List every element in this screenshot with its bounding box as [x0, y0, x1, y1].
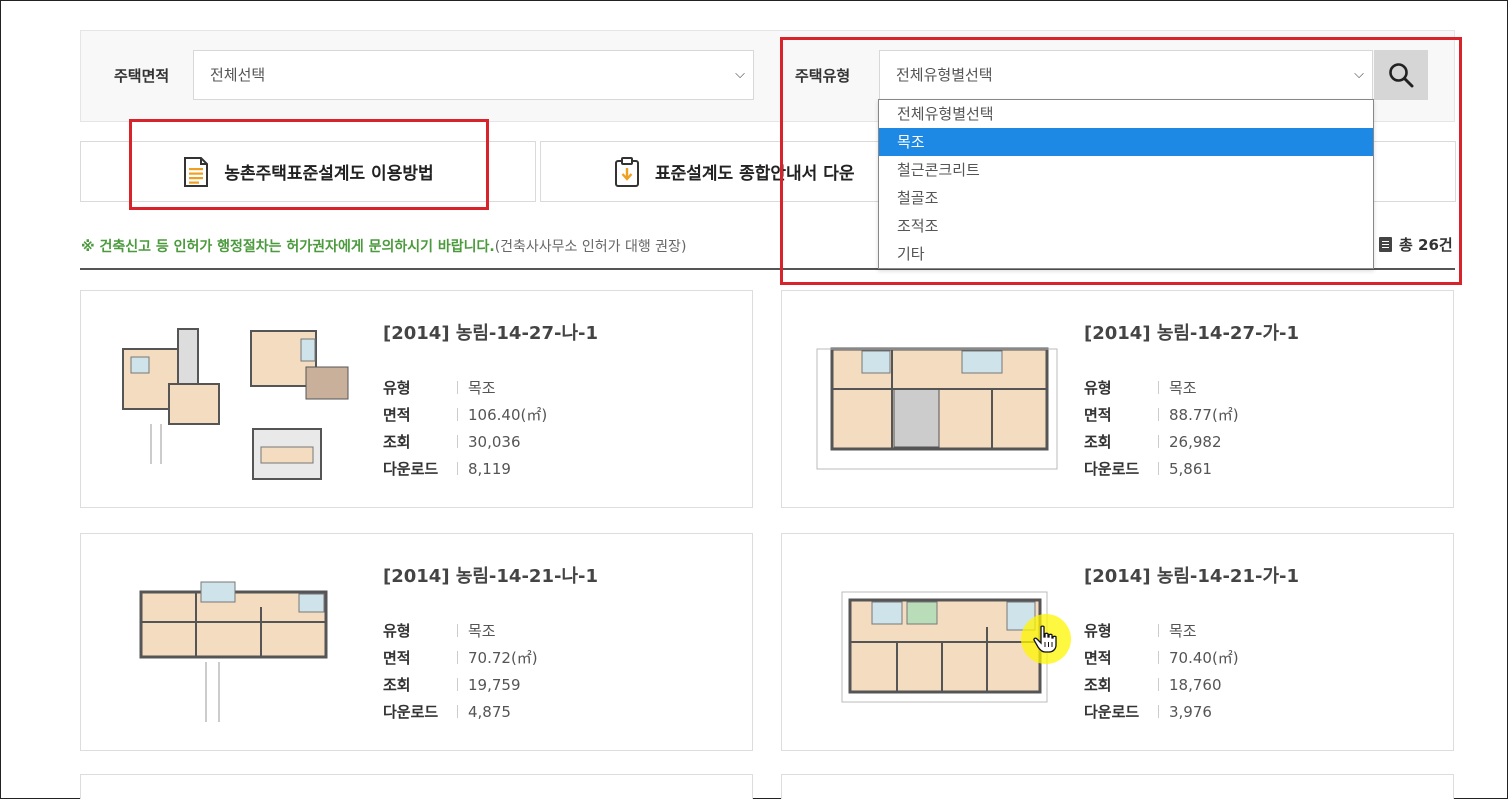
- usage-guide-button[interactable]: 농촌주택표준설계도 이용방법: [80, 141, 536, 202]
- design-specs: 유형 목조 면적 88.77(㎡) 조회 26,982 다운로드 5,861: [1084, 374, 1239, 482]
- type-select-value: 전체유형별선택: [896, 66, 993, 84]
- type-option[interactable]: 철근콘크리트: [879, 156, 1373, 184]
- total-count: 총 26건: [1379, 234, 1453, 255]
- permit-notice-main: ※ 건축신고 등 인허가 행정절차는 허가권자에게 문의하시기 바랍니다.: [81, 239, 495, 255]
- spec-label-downloads: 다운로드: [383, 460, 439, 478]
- spec-divider: [457, 408, 458, 421]
- design-title[interactable]: [2014] 농림-14-21-나-1: [383, 562, 598, 588]
- permit-notice-sub: (건축사사무소 인허가 대행 권장): [494, 239, 687, 255]
- spec-label-area: 면적: [1084, 406, 1112, 424]
- spec-value-views: 30,036: [468, 432, 521, 451]
- spec-value-views: 19,759: [468, 675, 521, 694]
- design-card[interactable]: [2014] 농림-14-21-가-1 유형 목조 면적 70.40(㎡) 조회 18…: [781, 533, 1454, 751]
- spec-divider: [457, 651, 458, 664]
- spec-value-type: 목조: [468, 379, 496, 397]
- spec-divider: [1158, 705, 1159, 718]
- spec-value-downloads: 3,976: [1169, 702, 1212, 721]
- spec-divider: [457, 678, 458, 691]
- spec-divider: [1158, 435, 1159, 448]
- spec-value-area: 88.77(㎡): [1169, 406, 1239, 424]
- spec-divider: [1158, 381, 1159, 394]
- spec-label-views: 조회: [383, 676, 411, 694]
- overview-download-label: 표준설계도 종합안내서 다운: [655, 164, 855, 184]
- chevron-down-icon: ⌵: [735, 67, 745, 82]
- spec-label-views: 조회: [1084, 676, 1112, 694]
- type-option-selected[interactable]: 목조: [879, 128, 1373, 156]
- floor-plan-thumbnail: [139, 581, 328, 722]
- spec-label-area: 면적: [383, 649, 411, 667]
- spec-value-type: 목조: [468, 622, 496, 640]
- chevron-down-icon: ⌵: [1354, 67, 1364, 82]
- spec-value-views: 26,982: [1169, 432, 1222, 451]
- usage-guide-label: 농촌주택표준설계도 이용방법: [224, 164, 434, 184]
- spec-divider: [1158, 651, 1159, 664]
- type-select[interactable]: 전체유형별선택 ⌵: [879, 50, 1373, 100]
- spec-value-downloads: 4,875: [468, 702, 511, 721]
- design-specs: 유형 목조 면적 70.40(㎡) 조회 18,760 다운로드 3,976: [1084, 617, 1239, 725]
- design-card-partial[interactable]: [781, 774, 1454, 799]
- spec-label-area: 면적: [1084, 649, 1112, 667]
- type-filter-label: 주택유형: [795, 67, 851, 85]
- spec-divider: [1158, 408, 1159, 421]
- document-icon: [184, 156, 209, 187]
- spec-value-type: 목조: [1169, 379, 1197, 397]
- spec-label-type: 유형: [383, 622, 411, 640]
- area-filter-label: 주택면적: [114, 67, 170, 85]
- spec-divider: [457, 435, 458, 448]
- search-icon: [1389, 63, 1414, 88]
- type-dropdown-list: 전체유형별선택 목조 철근콘크리트 철골조 조적조 기타: [878, 99, 1374, 269]
- design-card-partial[interactable]: [80, 774, 753, 799]
- floor-plan-thumbnail: [122, 328, 349, 480]
- design-specs: 유형 목조 면적 70.72(㎡) 조회 19,759 다운로드 4,875: [383, 617, 538, 725]
- spec-value-type: 목조: [1169, 622, 1197, 640]
- top-cut-notice: [321, 0, 1041, 9]
- permit-notice: ※ 건축신고 등 인허가 행정절차는 허가권자에게 문의하시기 바랍니다.(건축…: [81, 236, 686, 256]
- spec-divider: [457, 462, 458, 475]
- clipboard-download-icon: [615, 156, 639, 187]
- spec-label-views: 조회: [383, 433, 411, 451]
- spec-divider: [1158, 624, 1159, 637]
- spec-label-downloads: 다운로드: [383, 703, 439, 721]
- total-count-label: 총 26건: [1399, 236, 1453, 254]
- spec-value-area: 106.40(㎡): [468, 406, 548, 424]
- spec-label-type: 유형: [1084, 622, 1112, 640]
- design-card[interactable]: [2014] 농림-14-21-나-1 유형 목조 면적 70.72(㎡) 조회 19…: [80, 533, 753, 751]
- spec-label-views: 조회: [1084, 433, 1112, 451]
- spec-value-downloads: 5,861: [1169, 459, 1212, 478]
- hand-cursor-icon: [1033, 625, 1057, 653]
- spec-label-type: 유형: [383, 379, 411, 397]
- floor-plan-thumbnail: [816, 347, 1058, 470]
- design-title[interactable]: [2014] 농림-14-27-가-1: [1084, 319, 1299, 345]
- spec-divider: [457, 624, 458, 637]
- spec-label-type: 유형: [1084, 379, 1112, 397]
- design-card[interactable]: [2014] 농림-14-27-나-1 유형 목조 면적 106.40(㎡) 조회 3…: [80, 290, 753, 508]
- spec-value-area: 70.72(㎡): [468, 649, 538, 667]
- spec-value-area: 70.40(㎡): [1169, 649, 1239, 667]
- list-document-icon: [1379, 237, 1392, 252]
- spec-label-area: 면적: [383, 406, 411, 424]
- spec-divider: [1158, 462, 1159, 475]
- spec-divider: [1158, 678, 1159, 691]
- spec-divider: [457, 381, 458, 394]
- type-option[interactable]: 조적조: [879, 212, 1373, 240]
- design-card[interactable]: [2014] 농림-14-27-가-1 유형 목조 면적 88.77(㎡) 조회 26…: [781, 290, 1454, 508]
- type-option[interactable]: 기타: [879, 240, 1373, 268]
- search-button[interactable]: [1374, 50, 1428, 100]
- spec-label-downloads: 다운로드: [1084, 703, 1140, 721]
- area-select[interactable]: 전체선택 ⌵: [193, 50, 754, 100]
- area-select-value: 전체선택: [210, 66, 266, 84]
- type-option[interactable]: 철골조: [879, 184, 1373, 212]
- spec-label-downloads: 다운로드: [1084, 460, 1140, 478]
- spec-value-downloads: 8,119: [468, 459, 511, 478]
- type-option[interactable]: 전체유형별선택: [879, 100, 1373, 128]
- design-specs: 유형 목조 면적 106.40(㎡) 조회 30,036 다운로드 8,119: [383, 374, 547, 482]
- design-title[interactable]: [2014] 농림-14-27-나-1: [383, 319, 598, 345]
- spec-divider: [457, 705, 458, 718]
- design-title[interactable]: [2014] 농림-14-21-가-1: [1084, 562, 1299, 588]
- spec-value-views: 18,760: [1169, 675, 1222, 694]
